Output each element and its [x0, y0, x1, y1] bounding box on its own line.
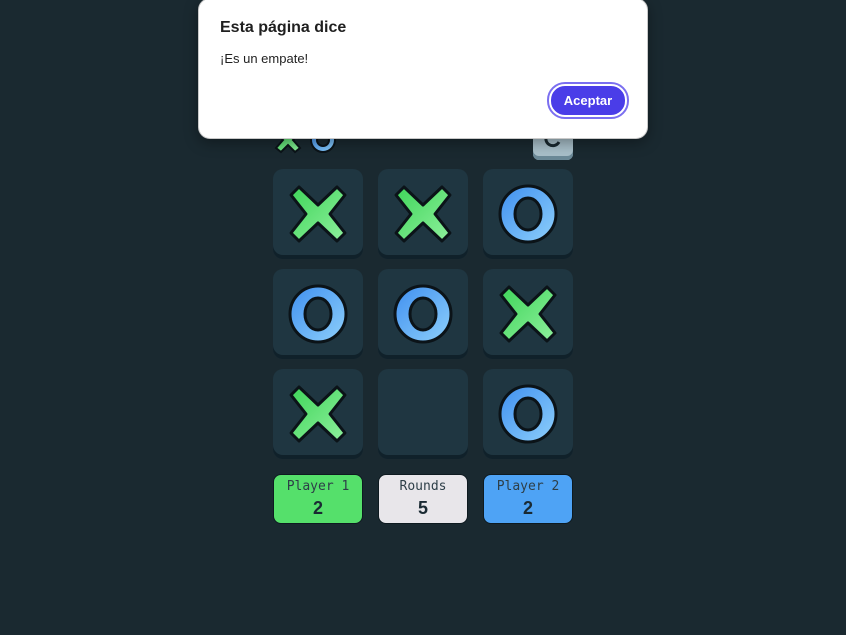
board-cell[interactable] [273, 169, 363, 259]
board-cell[interactable] [378, 169, 468, 259]
rounds-score-card: Rounds 5 [378, 474, 468, 524]
player2-score-value: 2 [522, 498, 533, 518]
board-cell[interactable] [273, 269, 363, 359]
dialog-title: Esta página dice [220, 19, 347, 36]
rounds-value: 5 [417, 498, 428, 518]
x-mark-icon [289, 385, 347, 443]
board-cell[interactable] [378, 269, 468, 359]
board-cell[interactable] [483, 369, 573, 459]
player2-score-label: Player 2 [496, 479, 560, 494]
o-mark-icon [498, 384, 558, 444]
rounds-label: Rounds [399, 479, 447, 494]
game-board [273, 169, 573, 459]
scoreboard: Player 1 2 Rounds 5 Player 2 2 [273, 474, 573, 524]
player1-score-card: Player 1 2 [273, 474, 363, 524]
o-mark-icon [288, 284, 348, 344]
player2-score-card: Player 2 2 [483, 474, 573, 524]
x-mark-icon [394, 185, 452, 243]
tic-tac-toe-page: Player 1 2 Rounds 5 Player 2 2 Esta pági… [0, 0, 846, 635]
x-mark-icon [289, 185, 347, 243]
dialog-message: ¡Es un empate! [220, 51, 309, 66]
board-cell[interactable] [483, 169, 573, 259]
o-mark-icon [498, 184, 558, 244]
player1-score-label: Player 1 [286, 479, 350, 494]
board-cell[interactable] [378, 369, 468, 459]
board-cell[interactable] [483, 269, 573, 359]
o-mark-icon [393, 284, 453, 344]
accept-button[interactable]: Aceptar [547, 82, 629, 119]
alert-dialog: Esta página dice ¡Es un empate! Aceptar [198, 0, 648, 139]
player1-score-value: 2 [312, 498, 323, 518]
x-mark-icon [499, 285, 557, 343]
board-cell[interactable] [273, 369, 363, 459]
